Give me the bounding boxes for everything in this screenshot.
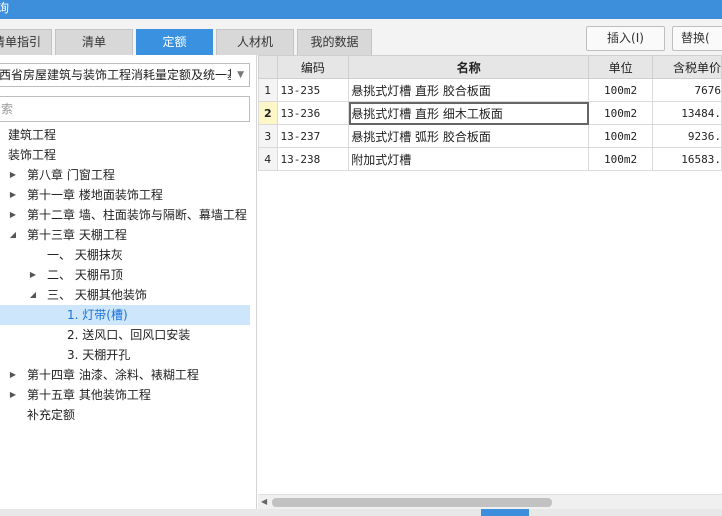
header-price[interactable]: 含税单价 [651, 55, 722, 79]
tab-quota[interactable]: 定额 [136, 29, 213, 55]
cell-name[interactable]: 悬挑式灯槽 直形 胶合板面 [348, 78, 590, 102]
header-code[interactable]: 编码 [276, 55, 350, 79]
tab-labor-material-machine[interactable]: 人材机 [216, 29, 294, 55]
table-header-row: 编码 名称 单位 含税单价 [258, 55, 722, 79]
scrollbar-thumb[interactable] [272, 498, 552, 507]
tree-node-light-trough[interactable]: 1. 灯带(槽) [0, 305, 250, 325]
dropdown-value: 西省房屋建筑与装饰工程消耗量定额及统一基 [0, 68, 231, 82]
replace-button[interactable]: 替换( [672, 26, 722, 51]
row-number: 1 [258, 78, 278, 102]
cell-code[interactable]: 13-236 [276, 101, 350, 125]
tree-node-ceiling-other[interactable]: ◢ 三、 天棚其他装饰 [0, 285, 256, 305]
insert-button[interactable]: 插入(I) [586, 26, 665, 51]
arrow-left-icon[interactable]: ◀ [261, 497, 267, 506]
tree-node-ceiling-suspended[interactable]: ▶ 二、 天棚吊顶 [0, 265, 256, 285]
cell-unit[interactable]: 100m2 [588, 124, 653, 148]
cell-unit[interactable]: 100m2 [588, 78, 653, 102]
collapse-arrow-icon[interactable]: ◢ [28, 285, 38, 305]
cell-name[interactable]: 附加式灯槽 [348, 147, 590, 171]
expand-arrow-icon[interactable]: ▶ [8, 165, 18, 185]
quota-library-dropdown[interactable]: 西省房屋建筑与装饰工程消耗量定额及统一基 ▼ [0, 63, 250, 87]
cell-price[interactable]: 7676 [651, 78, 722, 102]
chapter-tree: 建筑工程 装饰工程 ▶ 第八章 门窗工程 ▶ 第十一章 楼地面装饰工程 ▶ 第十二章 … [0, 125, 256, 425]
tree-node-ceiling-plaster[interactable]: 一、 天棚抹灰 [0, 245, 256, 265]
cell-unit[interactable]: 100m2 [588, 147, 653, 171]
search-input[interactable] [0, 96, 250, 122]
header-name[interactable]: 名称 [348, 55, 590, 79]
table-row[interactable]: 1 13-235 悬挑式灯槽 直形 胶合板面 100m2 7676 [258, 78, 722, 102]
quota-tree-panel: 西省房屋建筑与装饰工程消耗量定额及统一基 ▼ 建筑工程 装饰工程 ▶第八章 门窗… [0, 55, 257, 516]
tree-node-ch15[interactable]: ▶ 第十五章 其他装饰工程 [0, 385, 256, 405]
window-title: 询 [0, 1, 10, 15]
tree-node-air-vent[interactable]: 2. 送风口、回风口安装 [0, 325, 256, 345]
quota-grid: 编码 名称 单位 含税单价 1 13-235 悬挑式灯槽 直形 胶合板面 100… [258, 55, 722, 495]
expand-arrow-icon[interactable]: ▶ [8, 205, 18, 225]
cell-name[interactable]: 悬挑式灯槽 弧形 胶合板面 [348, 124, 590, 148]
tree-node-building[interactable]: 建筑工程 [0, 125, 256, 145]
header-unit[interactable]: 单位 [588, 55, 653, 79]
tab-list[interactable]: 清单 [55, 29, 133, 55]
bottom-bar [0, 509, 722, 516]
tree-node-ch12[interactable]: ▶ 第十二章 墙、柱面装饰与隔断、幕墙工程 [0, 205, 256, 225]
tree-node-ch14[interactable]: ▶ 第十四章 油漆、涂料、裱糊工程 [0, 365, 256, 385]
title-bar: 询 [0, 0, 722, 19]
expand-arrow-icon[interactable]: ▶ [8, 385, 18, 405]
tab-my-data[interactable]: 我的数据 [297, 29, 372, 55]
tree-node-ch8[interactable]: ▶ 第八章 门窗工程 [0, 165, 256, 185]
cell-price[interactable]: 9236. [651, 124, 722, 148]
collapse-arrow-icon[interactable]: ◢ [8, 225, 18, 245]
tree-node-ch11[interactable]: ▶ 第十一章 楼地面装饰工程 [0, 185, 256, 205]
tree-node-ceiling-opening[interactable]: 3. 天棚开孔 [0, 345, 256, 365]
cell-unit[interactable]: 100m2 [588, 101, 653, 125]
table-row[interactable]: 2 13-236 悬挑式灯槽 直形 细木工板面 100m2 13484. [258, 101, 722, 125]
tree-node-supplementary[interactable]: 补充定额 [0, 405, 256, 425]
header-row-number [258, 55, 278, 79]
cell-code[interactable]: 13-235 [276, 78, 350, 102]
cell-code[interactable]: 13-238 [276, 147, 350, 171]
table-row[interactable]: 3 13-237 悬挑式灯槽 弧形 胶合板面 100m2 9236. [258, 124, 722, 148]
cell-code[interactable]: 13-237 [276, 124, 350, 148]
row-number: 4 [258, 147, 278, 171]
table-row[interactable]: 4 13-238 附加式灯槽 100m2 16583. [258, 147, 722, 171]
quota-table: 编码 名称 单位 含税单价 1 13-235 悬挑式灯槽 直形 胶合板面 100… [258, 55, 722, 171]
expand-arrow-icon[interactable]: ▶ [8, 365, 18, 385]
tree-node-decoration[interactable]: 装饰工程 [0, 145, 256, 165]
toolbar: 清单指引 清单 定额 人材机 我的数据 插入(I) 替换( [0, 19, 722, 55]
chevron-down-icon: ▼ [237, 70, 244, 80]
tab-list-guide[interactable]: 清单指引 [0, 29, 52, 55]
tree-node-ch13[interactable]: ◢ 第十三章 天棚工程 [0, 225, 256, 245]
panel-splitter-handle[interactable] [481, 509, 529, 516]
row-number: 2 [258, 101, 278, 125]
cell-name[interactable]: 悬挑式灯槽 直形 细木工板面 [348, 101, 590, 125]
expand-arrow-icon[interactable]: ▶ [28, 265, 38, 285]
row-number: 3 [258, 124, 278, 148]
cell-price[interactable]: 16583. [651, 147, 722, 171]
expand-arrow-icon[interactable]: ▶ [8, 185, 18, 205]
horizontal-scrollbar[interactable]: ◀ [258, 494, 722, 509]
cell-price[interactable]: 13484. [651, 101, 722, 125]
